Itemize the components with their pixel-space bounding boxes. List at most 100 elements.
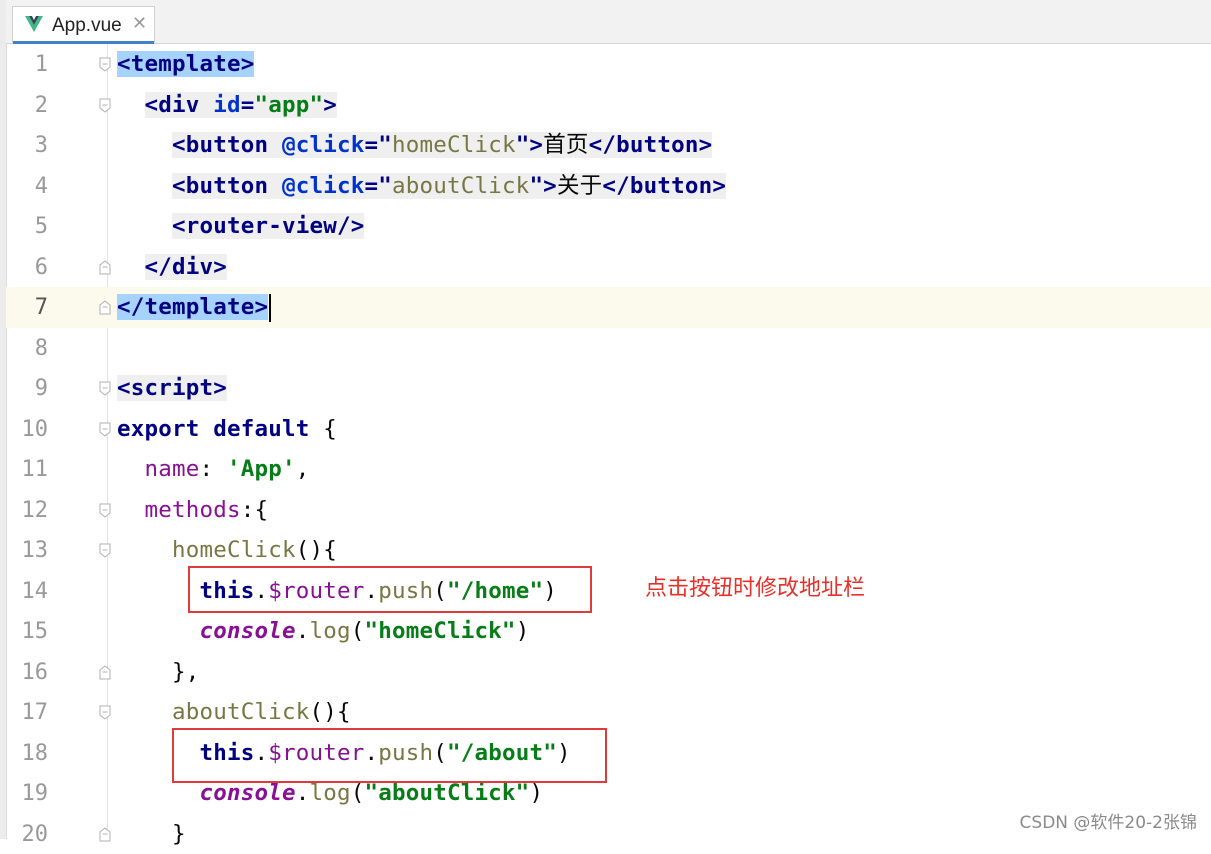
code-text: <div id="app"> (117, 88, 337, 122)
line-number: 8 (6, 336, 48, 361)
line-number: 14 (6, 579, 48, 604)
tab-app-vue[interactable]: App.vue ✕ (12, 6, 155, 43)
vue-logo-icon (25, 16, 43, 32)
code-token (117, 699, 172, 725)
text-caret (269, 294, 271, 322)
code-line[interactable]: 2 <div id="app"> (6, 85, 1211, 126)
code-token: @click (282, 132, 364, 158)
code-token (117, 92, 145, 118)
code-line[interactable]: 7</template> (6, 287, 1211, 328)
code-line[interactable]: 6 </div> (6, 247, 1211, 288)
line-number: 17 (6, 700, 48, 725)
fold-end-icon[interactable] (99, 665, 111, 680)
code-token: <template> (117, 51, 254, 77)
code-line[interactable]: 12 methods:{ (6, 490, 1211, 531)
fold-start-icon[interactable] (99, 422, 111, 437)
code-line[interactable]: 1<template> (6, 44, 1211, 85)
fold-start-icon[interactable] (99, 503, 111, 518)
code-token: . (296, 618, 310, 644)
code-token: "> (529, 173, 557, 199)
code-token: aboutClick (172, 699, 309, 725)
code-token: :{ (241, 497, 269, 523)
code-token: @click (282, 173, 364, 199)
line-number: 20 (6, 822, 48, 847)
code-text: } (117, 817, 186, 851)
line-number: 9 (6, 376, 48, 401)
code-token: =" (364, 173, 392, 199)
code-line[interactable]: 11 name: 'App', (6, 449, 1211, 490)
fold-start-icon[interactable] (99, 57, 111, 72)
code-line[interactable]: 5 <router-view/> (6, 206, 1211, 247)
code-editor[interactable]: 1<template>2 <div id="app">3 <button @cl… (6, 44, 1211, 839)
code-token (117, 213, 172, 239)
code-token: ( (351, 618, 365, 644)
code-token (117, 618, 199, 644)
code-token: <router-view/> (172, 213, 364, 239)
code-line[interactable]: 17 aboutClick(){ (6, 692, 1211, 733)
code-token: console (199, 618, 295, 644)
code-token: 关于 (557, 173, 602, 199)
line-number: 19 (6, 781, 48, 806)
fold-end-icon[interactable] (99, 827, 111, 842)
code-text: </template> (117, 290, 271, 324)
code-token: name (145, 456, 200, 482)
code-line[interactable]: 15 console.log("homeClick") (6, 611, 1211, 652)
code-token: ) (529, 780, 543, 806)
line-number: 13 (6, 538, 48, 563)
code-token: ( (351, 780, 365, 806)
code-text: <button @click="homeClick">首页</button> (117, 128, 712, 162)
code-token (117, 173, 172, 199)
code-token: id (213, 92, 241, 118)
code-line[interactable]: 3 <button @click="homeClick">首页</button> (6, 125, 1211, 166)
code-token: 'App' (227, 456, 296, 482)
code-line[interactable]: 10 export default { (6, 409, 1211, 450)
code-text: <template> (117, 47, 254, 81)
code-token: =" (364, 132, 392, 158)
code-token: <script> (117, 375, 227, 401)
highlight-box-about-push (172, 728, 607, 783)
code-token (117, 254, 145, 280)
code-token (117, 537, 172, 563)
code-token: "homeClick" (364, 618, 515, 644)
fold-start-icon[interactable] (99, 98, 111, 113)
code-token: ) (516, 618, 530, 644)
line-number: 5 (6, 214, 48, 239)
close-icon[interactable]: ✕ (132, 13, 147, 35)
line-number: 16 (6, 660, 48, 685)
fold-end-icon[interactable] (99, 300, 111, 315)
code-token: log (309, 618, 350, 644)
code-token (117, 659, 172, 685)
code-line[interactable]: 4 <button @click="aboutClick">关于</button… (6, 166, 1211, 207)
code-text: }, (117, 655, 200, 689)
code-line[interactable]: 16 }, (6, 652, 1211, 693)
code-token: <button (172, 173, 282, 199)
code-text: <button @click="aboutClick">关于</button> (117, 169, 726, 203)
code-token (117, 132, 172, 158)
code-token: , (296, 456, 310, 482)
code-token (117, 780, 199, 806)
line-number: 4 (6, 174, 48, 199)
fold-start-icon[interactable] (99, 543, 111, 558)
code-token: aboutClick (392, 173, 529, 199)
code-token: > (323, 92, 337, 118)
fold-start-icon[interactable] (99, 381, 111, 396)
code-text: <router-view/> (117, 209, 364, 243)
line-number: 18 (6, 741, 48, 766)
code-line[interactable]: 14 this.$router.push("/home") (6, 571, 1211, 612)
line-number: 10 (6, 417, 48, 442)
code-line[interactable]: 8 (6, 328, 1211, 369)
code-token: "> (516, 132, 544, 158)
editor-tab-bar: App.vue ✕ (6, 0, 1211, 44)
highlight-box-home-push (188, 566, 592, 613)
code-token: = (241, 92, 255, 118)
code-line[interactable]: 13 homeClick(){ (6, 530, 1211, 571)
code-text: homeClick(){ (117, 533, 337, 567)
code-line[interactable]: 9 <script> (6, 368, 1211, 409)
fold-end-icon[interactable] (99, 260, 111, 275)
code-token: : (200, 456, 228, 482)
code-text: export default { (117, 412, 337, 446)
fold-start-icon[interactable] (99, 705, 111, 720)
code-token: (){ (309, 699, 350, 725)
code-token: { (323, 416, 337, 442)
line-number: 15 (6, 619, 48, 644)
